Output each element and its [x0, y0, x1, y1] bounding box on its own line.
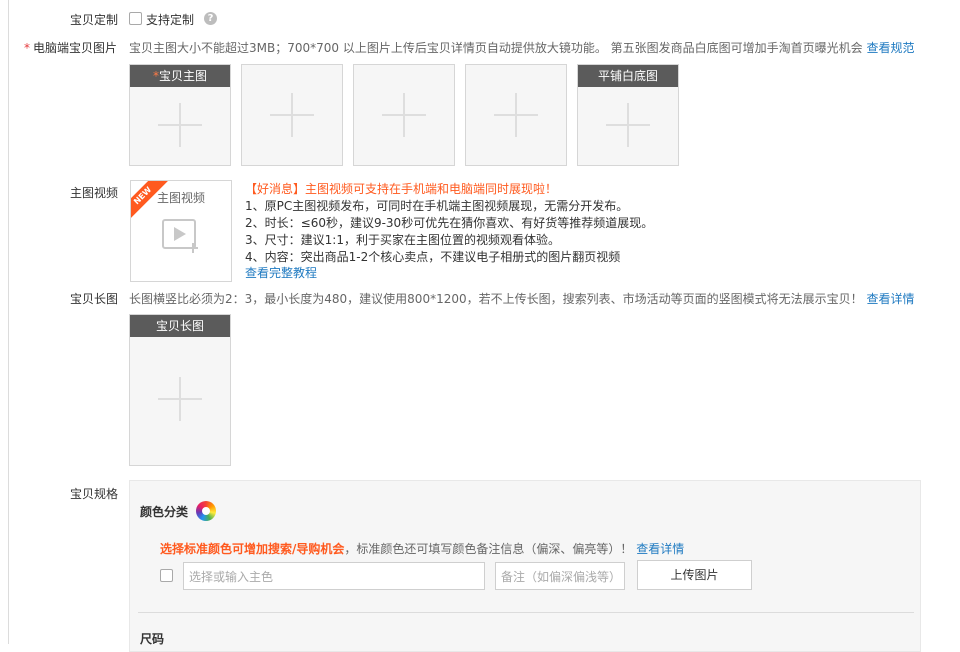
tile-title: 宝贝主图 [158, 69, 207, 83]
video-news-item: 3、尺寸：建议1:1，利于买家在主图位置的视频观看体验。 [245, 233, 560, 247]
left-border [8, 0, 9, 644]
pc-images-label-text: 电脑端宝贝图片 [33, 41, 118, 55]
help-icon[interactable]: ? [204, 12, 217, 25]
plus-icon [270, 93, 314, 137]
video-news-item: 2、时长：≤60秒，建议9-30秒可优先在猜你喜欢、有好货等推荐频道展现。 [245, 216, 654, 230]
divider [138, 612, 914, 613]
upload-image-button[interactable]: 上传图片 [637, 560, 752, 590]
customize-checkbox[interactable] [129, 12, 142, 25]
customize-label: 宝贝定制 [70, 13, 119, 27]
video-upload-box[interactable]: NEW 主图视频 [130, 180, 232, 282]
video-news-item: 1、原PC主图视频发布，可同时在手机端主图视频展现，无需分开发布。 [245, 199, 629, 213]
color-detail-link[interactable]: 查看详情 [636, 542, 684, 556]
tile-header: *宝贝主图 [130, 65, 230, 87]
color-promo-line: 选择标准颜色可增加搜索/导购机会，标准颜色还可填写颜色备注信息（偏深、偏亮等）！… [160, 540, 684, 557]
plus-icon [158, 377, 202, 421]
pc-images-label: * 电脑端宝贝图片 [24, 39, 117, 56]
plus-icon [382, 93, 426, 137]
image-tile-main[interactable]: *宝贝主图 [129, 64, 231, 166]
pc-images-hint: 宝贝主图大小不能超过3MB；700*700 以上图片上传后宝贝详情页自动提供放大… [129, 39, 915, 56]
plus-icon [494, 93, 538, 137]
color-hint-text: ，标准颜色还可填写颜色备注信息（偏深、偏亮等）！ [344, 542, 633, 556]
required-mark: * [24, 41, 30, 55]
spec-panel: 颜色分类 选择标准颜色可增加搜索/导购机会，标准颜色还可填写颜色备注信息（偏深、… [129, 480, 921, 652]
video-news-item: 4、内容：突出商品1-2个核心卖点，不建议电子相册式的图片翻页视频 [245, 250, 621, 264]
image-tile-3[interactable] [353, 64, 455, 166]
color-input[interactable]: 选择或输入主色 [183, 562, 485, 590]
color-promo-text: 选择标准颜色可增加搜索/导购机会 [160, 542, 345, 556]
spec-label: 宝贝规格 [70, 487, 119, 501]
pc-images-hint-text: 宝贝主图大小不能超过3MB；700*700 以上图片上传后宝贝详情页自动提供放大… [129, 41, 863, 55]
video-add-icon [162, 219, 198, 253]
video-news-head: 【好消息】主图视频可支持在手机端和电脑端同时展现啦！ [245, 182, 558, 196]
color-category-title: 颜色分类 [140, 505, 189, 519]
image-tile-4[interactable] [465, 64, 567, 166]
view-spec-link[interactable]: 查看规范 [867, 41, 915, 55]
color-row-checkbox[interactable] [160, 569, 173, 582]
tile-header: 平铺白底图 [578, 65, 678, 87]
image-tile-white-bg[interactable]: 平铺白底图 [577, 64, 679, 166]
tile-header: 宝贝长图 [130, 315, 230, 337]
customize-checkbox-label[interactable]: 支持定制 [146, 11, 194, 28]
plus-icon [606, 103, 650, 147]
long-image-hint: 长图横竖比必须为2：3，最小长度为480，建议使用800*1200，若不上传长图… [129, 290, 914, 307]
long-image-hint-text: 长图横竖比必须为2：3，最小长度为480，建议使用800*1200，若不上传长图… [129, 292, 863, 306]
plus-icon [158, 103, 202, 147]
color-wheel-icon [196, 501, 216, 521]
video-label: 主图视频 [70, 186, 119, 200]
video-tutorial-link[interactable]: 查看完整教程 [245, 264, 317, 281]
long-image-label: 宝贝长图 [70, 292, 119, 306]
video-box-title: 主图视频 [156, 191, 205, 205]
long-image-tile[interactable]: 宝贝长图 [129, 314, 231, 466]
long-image-detail-link[interactable]: 查看详情 [866, 292, 914, 306]
size-title: 尺码 [140, 632, 165, 646]
image-tile-2[interactable] [241, 64, 343, 166]
color-note-input[interactable]: 备注（如偏深偏浅等） [495, 562, 625, 590]
